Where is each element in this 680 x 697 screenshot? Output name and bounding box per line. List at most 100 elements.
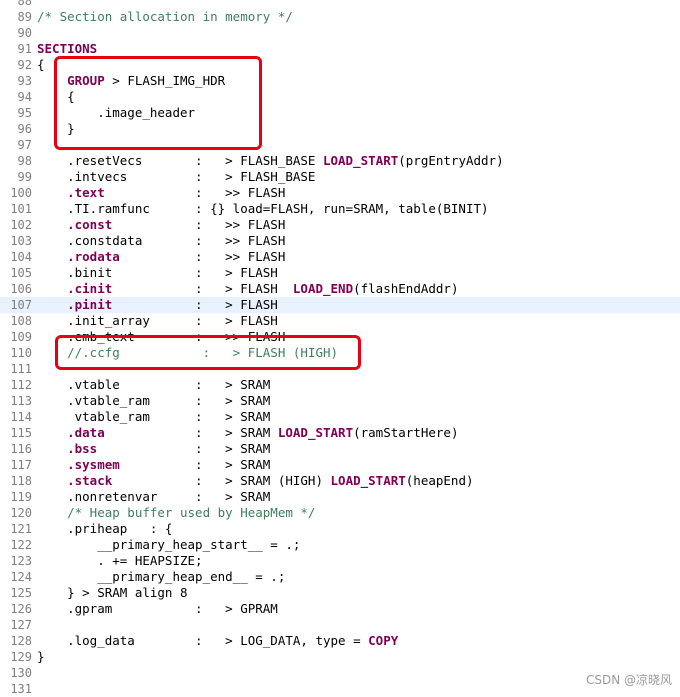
code-line[interactable]: 131 <box>0 681 680 697</box>
code-token: .log_data : > LOG_DATA, type = <box>37 633 369 648</box>
line-number: 96 <box>17 122 32 136</box>
line-number: 127 <box>10 618 32 632</box>
code-token: __primary_heap_start__ = .; <box>37 537 301 552</box>
keyword-token: COPY <box>368 633 399 648</box>
code-token: (prgEntryAddr) <box>398 153 504 168</box>
code-line[interactable]: 113 .vtable_ram : > SRAM <box>0 393 680 409</box>
code-token: : >> FLASH <box>112 217 286 232</box>
line-number: 89 <box>17 10 32 24</box>
code-line[interactable]: 116 .bss : > SRAM <box>0 441 680 457</box>
code-line[interactable]: 105 .binit : > FLASH <box>0 265 680 281</box>
code-text: .gpram : > GPRAM <box>37 601 278 617</box>
code-text: vtable_ram : > SRAM <box>37 409 271 425</box>
code-line[interactable]: 102 .const : >> FLASH <box>0 217 680 233</box>
code-token: (flashEndAddr) <box>353 281 459 296</box>
line-number: 103 <box>10 234 32 248</box>
code-line[interactable]: 117 .sysmem : > SRAM <box>0 457 680 473</box>
line-number: 93 <box>17 74 32 88</box>
code-token: : >> FLASH <box>104 185 286 200</box>
code-line[interactable]: 104 .rodata : >> FLASH <box>0 249 680 265</box>
code-token: __primary_heap_end__ = .; <box>37 569 286 584</box>
code-text: .cinit : > FLASH LOAD_END(flashEndAddr) <box>37 281 458 297</box>
line-number: 110 <box>10 346 32 360</box>
code-token: } <box>37 649 45 664</box>
code-line[interactable]: 114 vtable_ram : > SRAM <box>0 409 680 425</box>
code-line[interactable]: 120 /* Heap buffer used by HeapMem */ <box>0 505 680 521</box>
code-line[interactable]: 91 SECTIONS <box>0 41 680 57</box>
line-number: 111 <box>10 362 32 376</box>
code-line[interactable]: 125 } > SRAM align 8 <box>0 585 680 601</box>
code-line[interactable]: 119 .nonretenvar : > SRAM <box>0 489 680 505</box>
code-line[interactable]: 128 .log_data : > LOG_DATA, type = COPY <box>0 633 680 649</box>
code-token: .constdata : >> FLASH <box>37 233 286 248</box>
code-line[interactable]: 121 .priheap : { <box>0 521 680 537</box>
code-line[interactable]: 90 <box>0 25 680 41</box>
code-text: .stack : > SRAM (HIGH) LOAD_START(heapEn… <box>37 473 474 489</box>
line-number: 107 <box>10 298 32 312</box>
keyword-token: LOAD_START <box>277 425 354 440</box>
keyword-token: .data <box>67 425 105 440</box>
code-text: .sysmem : > SRAM <box>37 457 270 473</box>
code-line[interactable]: 129} <box>0 649 680 665</box>
line-number: 97 <box>17 138 32 152</box>
code-line[interactable]: 98 .resetVecs : > FLASH_BASE LOAD_START(… <box>0 153 680 169</box>
keyword-token: .rodata <box>67 249 120 264</box>
line-number: 108 <box>10 314 32 328</box>
code-text: .data : > SRAM LOAD_START(ramStartHere) <box>37 425 458 441</box>
code-line[interactable]: 101 .TI.ramfunc : {} load=FLASH, run=SRA… <box>0 201 680 217</box>
code-line[interactable]: 108 .init_array : > FLASH <box>0 313 680 329</box>
line-number: 90 <box>17 26 32 40</box>
code-token: : > SRAM (HIGH) <box>112 473 331 488</box>
keyword-token: .const <box>67 217 113 232</box>
line-number: 101 <box>10 202 32 216</box>
code-text: .intvecs : > FLASH_BASE <box>37 169 315 185</box>
line-number: 119 <box>10 490 32 504</box>
keyword-token: .stack <box>67 473 113 488</box>
code-line[interactable]: 115 .data : > SRAM LOAD_START(ramStartHe… <box>0 425 680 441</box>
code-token: .resetVecs : > FLASH_BASE <box>37 153 323 168</box>
code-line[interactable]: 123 . += HEAPSIZE; <box>0 553 680 569</box>
code-line[interactable]: 112 .vtable : > SRAM <box>0 377 680 393</box>
annotation-box-ccfg <box>55 335 361 370</box>
code-token: : > SRAM <box>119 457 271 472</box>
code-line[interactable]: 122 __primary_heap_start__ = .; <box>0 537 680 553</box>
code-line[interactable]: 124 __primary_heap_end__ = .; <box>0 569 680 585</box>
code-token: (heapEnd) <box>405 473 474 488</box>
code-token: .binit : > FLASH <box>37 265 278 280</box>
code-token: .intvecs : > FLASH_BASE <box>37 169 316 184</box>
watermark: CSDN @凉晓风 <box>585 673 672 687</box>
line-number: 130 <box>10 666 32 680</box>
line-number: 120 <box>10 506 32 520</box>
line-number: 125 <box>10 586 32 600</box>
code-text: .TI.ramfunc : {} load=FLASH, run=SRAM, t… <box>37 201 488 217</box>
code-line[interactable]: 89 /* Section allocation in memory */ <box>0 9 680 25</box>
annotation-box-group <box>54 56 262 150</box>
code-text: .pinit : > FLASH <box>37 297 278 313</box>
code-text: } <box>37 649 45 665</box>
line-number: 106 <box>10 282 32 296</box>
code-line[interactable]: 88 <box>0 0 680 9</box>
code-line[interactable]: 127 <box>0 617 680 633</box>
line-number: 104 <box>10 250 32 264</box>
line-number: 115 <box>10 426 32 440</box>
code-line[interactable]: 103 .constdata : >> FLASH <box>0 233 680 249</box>
line-number: 114 <box>10 410 32 424</box>
code-line[interactable]: 118 .stack : > SRAM (HIGH) LOAD_START(he… <box>0 473 680 489</box>
code-line[interactable]: 106 .cinit : > FLASH LOAD_END(flashEndAd… <box>0 281 680 297</box>
line-number: 100 <box>10 186 32 200</box>
line-number: 94 <box>17 90 32 104</box>
code-line[interactable]: 100 .text : >> FLASH <box>0 185 680 201</box>
code-text: .vtable : > SRAM <box>37 377 270 393</box>
code-token: .vtable_ram : > SRAM <box>37 393 271 408</box>
line-number: 131 <box>10 682 32 696</box>
code-line[interactable]: 130 <box>0 665 680 681</box>
code-line[interactable]: 107 .pinit : > FLASH <box>0 297 680 313</box>
code-text: /* Heap buffer used by HeapMem */ <box>37 505 315 521</box>
code-line[interactable]: 126 .gpram : > GPRAM <box>0 601 680 617</box>
code-line[interactable]: 99 .intvecs : > FLASH_BASE <box>0 169 680 185</box>
line-number: 123 <box>10 554 32 568</box>
